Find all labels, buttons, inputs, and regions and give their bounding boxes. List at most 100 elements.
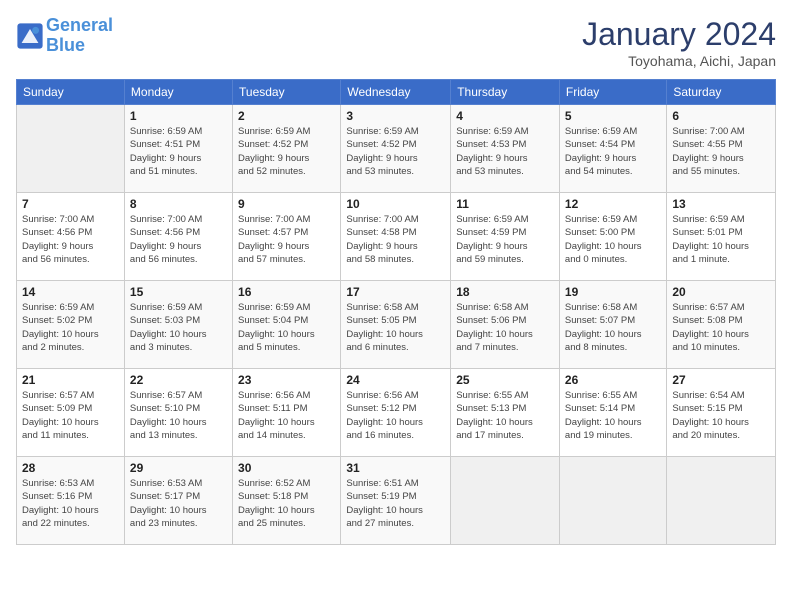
cell-info-text: Sunrise: 6:59 AMSunset: 5:00 PMDaylight:…: [565, 213, 661, 266]
cell-info-text: Sunrise: 6:58 AMSunset: 5:05 PMDaylight:…: [346, 301, 445, 354]
cell-date-number: 8: [130, 197, 227, 211]
calendar-cell: [451, 457, 560, 545]
cell-info-text: Sunrise: 7:00 AMSunset: 4:58 PMDaylight:…: [346, 213, 445, 266]
cell-date-number: 25: [456, 373, 554, 387]
calendar-cell: 28 Sunrise: 6:53 AMSunset: 5:16 PMDayligh…: [17, 457, 125, 545]
calendar-cell: 30 Sunrise: 6:52 AMSunset: 5:18 PMDayligh…: [233, 457, 341, 545]
cell-info-text: Sunrise: 6:55 AMSunset: 5:14 PMDaylight:…: [565, 389, 661, 442]
cell-date-number: 29: [130, 461, 227, 475]
logo-icon: [16, 22, 44, 50]
cell-info-text: Sunrise: 6:59 AMSunset: 5:03 PMDaylight:…: [130, 301, 227, 354]
cell-info-text: Sunrise: 6:52 AMSunset: 5:18 PMDaylight:…: [238, 477, 335, 530]
calendar-cell: 2 Sunrise: 6:59 AMSunset: 4:52 PMDaylight…: [233, 105, 341, 193]
cell-info-text: Sunrise: 6:59 AMSunset: 4:52 PMDaylight:…: [238, 125, 335, 178]
cell-date-number: 31: [346, 461, 445, 475]
calendar-cell: 4Sunrise: 6:59 AMSunset: 4:53 PMDaylight…: [451, 105, 560, 193]
calendar-cell: 10 Sunrise: 7:00 AMSunset: 4:58 PMDayligh…: [341, 193, 451, 281]
calendar-cell: 31 Sunrise: 6:51 AMSunset: 5:19 PMDayligh…: [341, 457, 451, 545]
logo-text: General Blue: [46, 16, 113, 56]
cell-date-number: 17: [346, 285, 445, 299]
cell-info-text: Sunrise: 6:56 AMSunset: 5:11 PMDaylight:…: [238, 389, 335, 442]
calendar-cell: 14Sunrise: 6:59 AMSunset: 5:02 PMDayligh…: [17, 281, 125, 369]
logo: General Blue: [16, 16, 113, 56]
calendar-cell: 13Sunrise: 6:59 AMSunset: 5:01 PMDayligh…: [667, 193, 776, 281]
location-subtitle: Toyohama, Aichi, Japan: [582, 53, 776, 69]
weekday-header-row: SundayMondayTuesdayWednesdayThursdayFrid…: [17, 80, 776, 105]
cell-date-number: 19: [565, 285, 661, 299]
calendar-cell: 29 Sunrise: 6:53 AMSunset: 5:17 PMDayligh…: [124, 457, 232, 545]
weekday-header-sunday: Sunday: [17, 80, 125, 105]
cell-date-number: 24: [346, 373, 445, 387]
cell-date-number: 28: [22, 461, 119, 475]
cell-date-number: 15: [130, 285, 227, 299]
calendar-cell: 25 Sunrise: 6:55 AMSunset: 5:13 PMDayligh…: [451, 369, 560, 457]
calendar-cell: 27 Sunrise: 6:54 AMSunset: 5:15 PMDayligh…: [667, 369, 776, 457]
calendar-cell: 20 Sunrise: 6:57 AMSunset: 5:08 PMDayligh…: [667, 281, 776, 369]
cell-info-text: Sunrise: 6:59 AMSunset: 5:04 PMDaylight:…: [238, 301, 335, 354]
calendar-cell: [17, 105, 125, 193]
weekday-header-monday: Monday: [124, 80, 232, 105]
cell-info-text: Sunrise: 6:56 AMSunset: 5:12 PMDaylight:…: [346, 389, 445, 442]
calendar-cell: 9 Sunrise: 7:00 AMSunset: 4:57 PMDaylight…: [233, 193, 341, 281]
calendar-cell: [667, 457, 776, 545]
cell-info-text: Sunrise: 6:59 AMSunset: 4:54 PMDaylight:…: [565, 125, 661, 178]
week-row-5: 28 Sunrise: 6:53 AMSunset: 5:16 PMDayligh…: [17, 457, 776, 545]
cell-info-text: Sunrise: 6:51 AMSunset: 5:19 PMDaylight:…: [346, 477, 445, 530]
weekday-header-thursday: Thursday: [451, 80, 560, 105]
cell-info-text: Sunrise: 6:59 AMSunset: 4:59 PMDaylight:…: [456, 213, 554, 266]
calendar-cell: 12 Sunrise: 6:59 AMSunset: 5:00 PMDayligh…: [559, 193, 666, 281]
weekday-header-friday: Friday: [559, 80, 666, 105]
cell-info-text: Sunrise: 6:55 AMSunset: 5:13 PMDaylight:…: [456, 389, 554, 442]
cell-info-text: Sunrise: 6:53 AMSunset: 5:16 PMDaylight:…: [22, 477, 119, 530]
cell-date-number: 11: [456, 197, 554, 211]
calendar-cell: 19 Sunrise: 6:58 AMSunset: 5:07 PMDayligh…: [559, 281, 666, 369]
cell-info-text: Sunrise: 6:59 AMSunset: 4:52 PMDaylight:…: [346, 125, 445, 178]
cell-info-text: Sunrise: 6:57 AMSunset: 5:09 PMDaylight:…: [22, 389, 119, 442]
cell-date-number: 5: [565, 109, 661, 123]
cell-date-number: 26: [565, 373, 661, 387]
month-title: January 2024: [582, 16, 776, 53]
calendar-cell: 5 Sunrise: 6:59 AMSunset: 4:54 PMDaylight…: [559, 105, 666, 193]
cell-date-number: 13: [672, 197, 770, 211]
cell-date-number: 2: [238, 109, 335, 123]
cell-info-text: Sunrise: 7:00 AMSunset: 4:57 PMDaylight:…: [238, 213, 335, 266]
cell-date-number: 16: [238, 285, 335, 299]
cell-date-number: 7: [22, 197, 119, 211]
week-row-4: 21 Sunrise: 6:57 AMSunset: 5:09 PMDayligh…: [17, 369, 776, 457]
calendar-cell: 26 Sunrise: 6:55 AMSunset: 5:14 PMDayligh…: [559, 369, 666, 457]
calendar-cell: 11 Sunrise: 6:59 AMSunset: 4:59 PMDayligh…: [451, 193, 560, 281]
cell-info-text: Sunrise: 6:58 AMSunset: 5:06 PMDaylight:…: [456, 301, 554, 354]
cell-info-text: Sunrise: 7:00 AMSunset: 4:56 PMDaylight:…: [22, 213, 119, 266]
cell-date-number: 22: [130, 373, 227, 387]
calendar-cell: 22 Sunrise: 6:57 AMSunset: 5:10 PMDayligh…: [124, 369, 232, 457]
cell-info-text: Sunrise: 7:00 AMSunset: 4:55 PMDaylight:…: [672, 125, 770, 178]
page: General Blue January 2024 Toyohama, Aich…: [0, 0, 792, 612]
cell-date-number: 30: [238, 461, 335, 475]
cell-date-number: 10: [346, 197, 445, 211]
weekday-header-saturday: Saturday: [667, 80, 776, 105]
calendar-cell: 15 Sunrise: 6:59 AMSunset: 5:03 PMDayligh…: [124, 281, 232, 369]
calendar-cell: 8 Sunrise: 7:00 AMSunset: 4:56 PMDaylight…: [124, 193, 232, 281]
weekday-header-wednesday: Wednesday: [341, 80, 451, 105]
cell-date-number: 4: [456, 109, 554, 123]
calendar-cell: 23Sunrise: 6:56 AMSunset: 5:11 PMDayligh…: [233, 369, 341, 457]
cell-date-number: 9: [238, 197, 335, 211]
cell-info-text: Sunrise: 6:57 AMSunset: 5:10 PMDaylight:…: [130, 389, 227, 442]
week-row-3: 14Sunrise: 6:59 AMSunset: 5:02 PMDayligh…: [17, 281, 776, 369]
calendar-cell: 6 Sunrise: 7:00 AMSunset: 4:55 PMDaylight…: [667, 105, 776, 193]
cell-date-number: 12: [565, 197, 661, 211]
cell-info-text: Sunrise: 6:58 AMSunset: 5:07 PMDaylight:…: [565, 301, 661, 354]
cell-date-number: 20: [672, 285, 770, 299]
cell-date-number: 21: [22, 373, 119, 387]
cell-date-number: 6: [672, 109, 770, 123]
calendar-cell: 24 Sunrise: 6:56 AMSunset: 5:12 PMDayligh…: [341, 369, 451, 457]
cell-info-text: Sunrise: 7:00 AMSunset: 4:56 PMDaylight:…: [130, 213, 227, 266]
cell-info-text: Sunrise: 6:53 AMSunset: 5:17 PMDaylight:…: [130, 477, 227, 530]
cell-date-number: 14: [22, 285, 119, 299]
header: General Blue January 2024 Toyohama, Aich…: [16, 16, 776, 69]
cell-info-text: Sunrise: 6:54 AMSunset: 5:15 PMDaylight:…: [672, 389, 770, 442]
cell-date-number: 1: [130, 109, 227, 123]
calendar-cell: 16 Sunrise: 6:59 AMSunset: 5:04 PMDayligh…: [233, 281, 341, 369]
cell-info-text: Sunrise: 6:57 AMSunset: 5:08 PMDaylight:…: [672, 301, 770, 354]
cell-date-number: 27: [672, 373, 770, 387]
